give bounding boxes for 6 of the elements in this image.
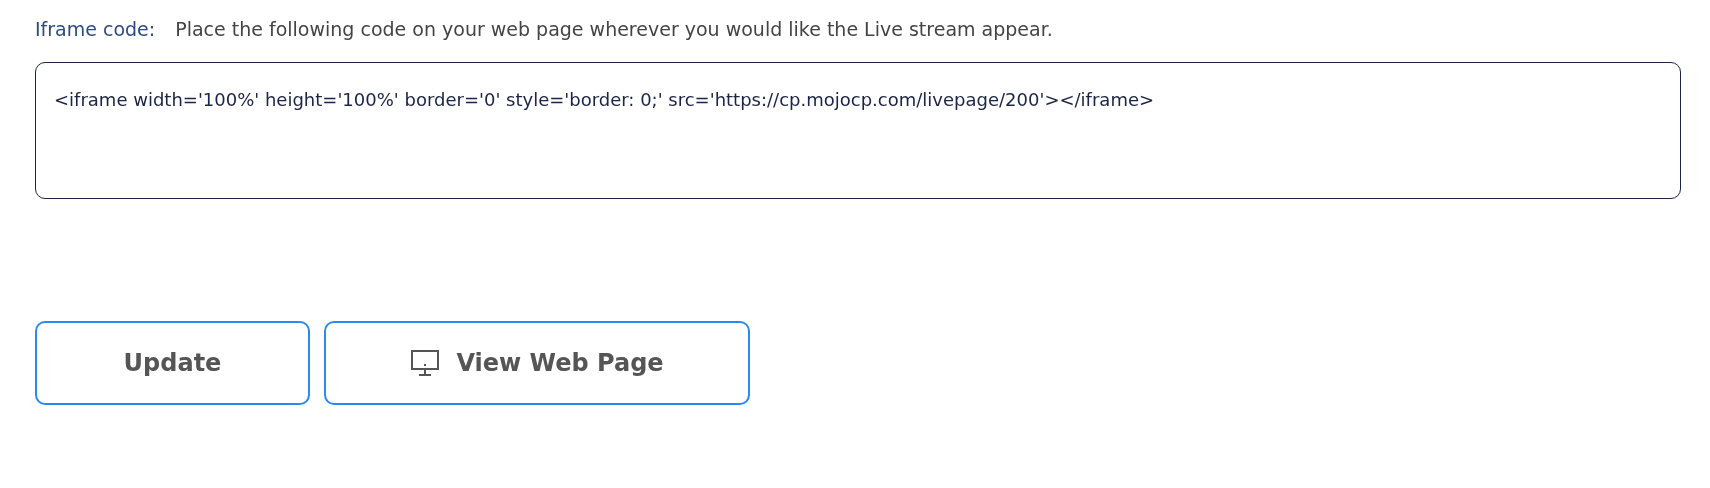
field-label: Iframe code:	[35, 18, 156, 40]
monitor-icon	[410, 349, 441, 377]
update-button[interactable]: Update	[35, 321, 310, 405]
view-web-page-button[interactable]: View Web Page	[324, 321, 750, 405]
code-field[interactable]: <iframe width='100%' height='100%' border='0' style='border: 0;' src='https://cp.mojocp.com/livepage/200'></iframe>	[35, 62, 1681, 199]
hint-text: Place the following code on your web page wherever you would like the Live stream appear.	[175, 18, 1053, 40]
